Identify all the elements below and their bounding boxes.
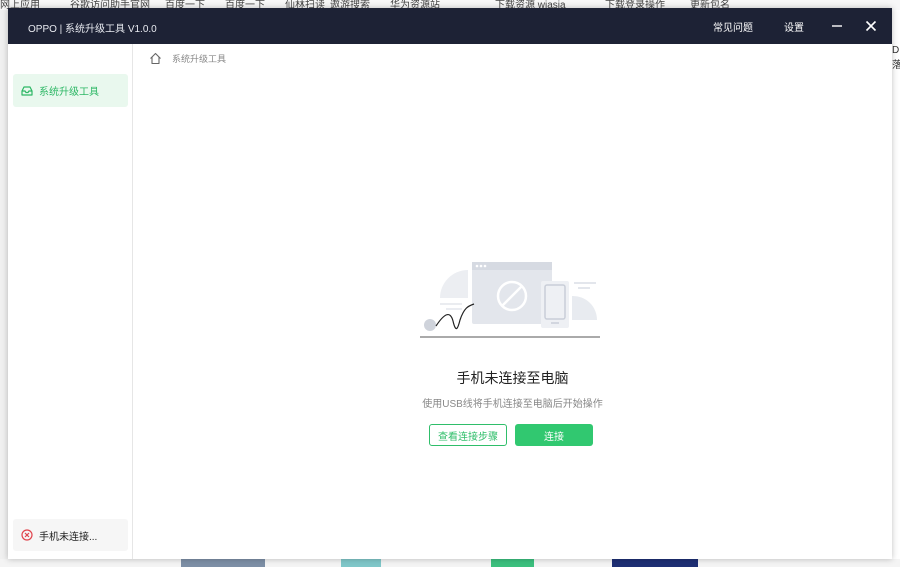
- tray-icon: [21, 85, 33, 96]
- sidebar: 系统升级工具 手机未连接...: [8, 44, 133, 559]
- main-panel: 系统升级工具 手机未连接至电脑 使用USB线将手机连接至电脑后开始操作 查看连接…: [133, 44, 892, 559]
- minimize-icon: [832, 25, 842, 27]
- sidebar-item-label: 系统升级工具: [39, 87, 99, 98]
- disconnected-illustration: [420, 262, 600, 338]
- home-icon[interactable]: [149, 52, 162, 65]
- error-circle-icon: [21, 529, 33, 541]
- background-thumbnail: [181, 559, 265, 567]
- faq-menu-item[interactable]: 常见问题: [713, 19, 753, 34]
- empty-state-subtitle: 使用USB线将手机连接至电脑后开始操作: [422, 399, 603, 410]
- connect-button[interactable]: 连接: [515, 424, 593, 446]
- background-thumbnail: [612, 559, 698, 567]
- background-bottom-strip: [0, 559, 900, 567]
- title-bar[interactable]: OPPO | 系统升级工具 V1.0.0 常见问题 设置: [8, 8, 892, 44]
- close-icon: [865, 20, 877, 32]
- view-connection-steps-button[interactable]: 查看连接步骤: [429, 424, 507, 446]
- breadcrumb: 系统升级工具: [149, 52, 226, 65]
- background-thumbnail: [341, 559, 381, 567]
- empty-state-title: 手机未连接至电脑: [456, 370, 569, 386]
- settings-menu-item[interactable]: 设置: [784, 19, 804, 34]
- background-right-edge: D落: [892, 10, 900, 567]
- background-thumbnail: [491, 559, 534, 567]
- connection-status-label: 手机未连接...: [39, 531, 98, 543]
- app-window: OPPO | 系统升级工具 V1.0.0 常见问题 设置 系统升级工具 手机未连…: [8, 8, 892, 559]
- sidebar-item-system-upgrade[interactable]: 系统升级工具: [13, 74, 128, 107]
- connection-status: 手机未连接...: [13, 519, 128, 551]
- app-title: OPPO | 系统升级工具 V1.0.0: [28, 24, 157, 35]
- minimize-button[interactable]: [827, 16, 847, 36]
- background-edge-text: D落: [892, 45, 900, 71]
- breadcrumb-current: 系统升级工具: [172, 54, 227, 64]
- close-button[interactable]: [861, 16, 881, 36]
